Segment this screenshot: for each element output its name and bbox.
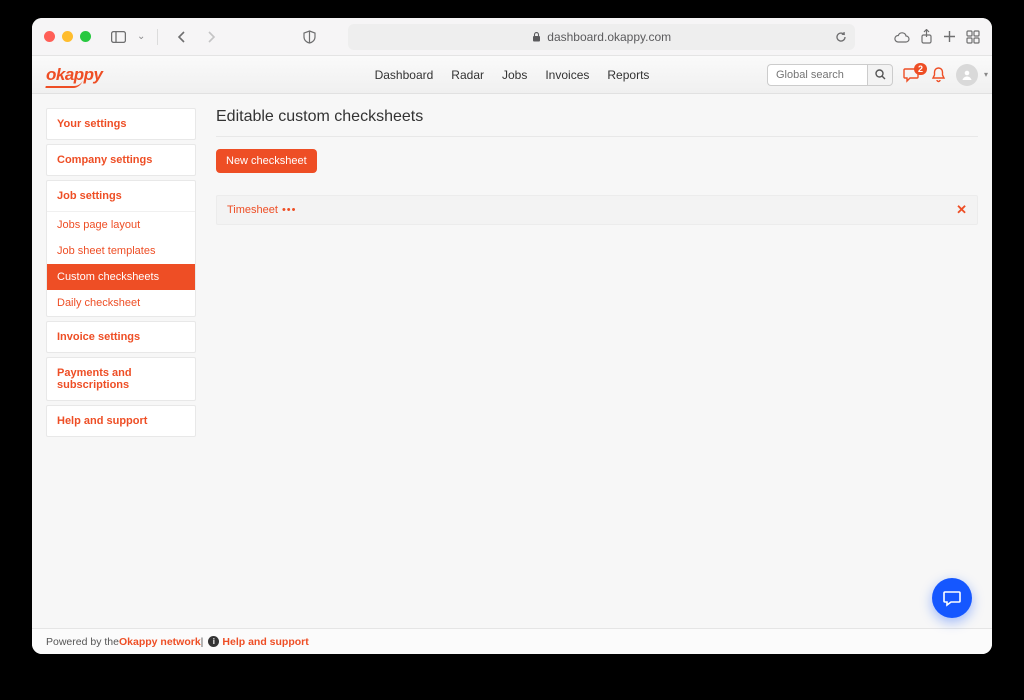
cloud-icon[interactable] [893, 31, 910, 43]
sidebar-your-settings[interactable]: Your settings [47, 109, 195, 139]
logo[interactable]: okappy [46, 65, 103, 85]
address-bar[interactable]: dashboard.okappy.com [348, 24, 855, 50]
back-button[interactable] [170, 26, 192, 48]
window-controls [44, 31, 91, 42]
chat-fab[interactable] [932, 578, 972, 618]
messages-icon[interactable]: 2 [903, 67, 921, 83]
info-icon: i [208, 636, 219, 647]
browser-window: ⌄ dashboard.okappy.com ok [32, 18, 992, 654]
sidebar-help-support[interactable]: Help and support [47, 406, 195, 436]
nav-invoices[interactable]: Invoices [545, 68, 589, 82]
shield-icon[interactable] [298, 26, 320, 48]
sidebar-daily-checksheet[interactable]: Daily checksheet [47, 290, 195, 316]
close-window-button[interactable] [44, 31, 55, 42]
new-tab-button[interactable] [943, 30, 956, 43]
tabs-overview-button[interactable] [966, 30, 980, 44]
sidebar-company-settings[interactable]: Company settings [47, 145, 195, 175]
global-search [767, 64, 893, 86]
search-input[interactable] [767, 64, 867, 86]
sidebar-job-sheet-templates[interactable]: Job sheet templates [47, 238, 195, 264]
titlebar-right [893, 29, 980, 44]
sidebar-job-settings[interactable]: Job settings [47, 181, 195, 212]
maximize-window-button[interactable] [80, 31, 91, 42]
sidebar-payments-subscriptions[interactable]: Payments and subscriptions [47, 358, 195, 400]
settings-sidebar: Your settings Company settings Job setti… [46, 108, 196, 628]
checksheet-row[interactable]: Timesheet ••• ✕ [216, 195, 978, 225]
sidebar-custom-checksheets[interactable]: Custom checksheets [47, 264, 195, 290]
lock-icon [532, 32, 541, 42]
new-checksheet-button[interactable]: New checksheet [216, 149, 317, 173]
minimize-window-button[interactable] [62, 31, 73, 42]
app-header: okappy Dashboard Radar Jobs Invoices Rep… [32, 56, 992, 94]
more-icon[interactable]: ••• [282, 204, 297, 216]
sidebar-invoice-settings[interactable]: Invoice settings [47, 322, 195, 352]
sidebar-toggle-button[interactable] [107, 26, 129, 48]
page-title: Editable custom checksheets [216, 108, 978, 137]
nav-jobs[interactable]: Jobs [502, 68, 527, 82]
top-nav: Dashboard Radar Jobs Invoices Reports [375, 68, 650, 82]
page-body: Your settings Company settings Job setti… [32, 94, 992, 628]
checksheet-list: Timesheet ••• ✕ [216, 195, 978, 225]
chevron-down-icon[interactable]: ⌄ [137, 31, 145, 42]
user-menu[interactable] [956, 64, 978, 86]
nav-radar[interactable]: Radar [451, 68, 484, 82]
reload-button[interactable] [835, 31, 847, 43]
checksheet-name: Timesheet [227, 204, 278, 216]
titlebar: ⌄ dashboard.okappy.com [32, 18, 992, 56]
footer-prefix: Powered by the [46, 636, 119, 648]
notifications-icon[interactable] [931, 67, 946, 83]
footer-sep: | [201, 636, 204, 648]
search-button[interactable] [867, 64, 893, 86]
delete-checksheet-button[interactable]: ✕ [956, 202, 967, 218]
main-content: Editable custom checksheets New checkshe… [216, 108, 978, 628]
forward-button[interactable] [200, 26, 222, 48]
url-text: dashboard.okappy.com [547, 30, 671, 44]
footer-network-link[interactable]: Okappy network [119, 636, 201, 648]
footer: Powered by the Okappy network | i Help a… [32, 628, 992, 654]
messages-badge: 2 [914, 63, 927, 75]
share-icon[interactable] [920, 29, 933, 44]
nav-reports[interactable]: Reports [607, 68, 649, 82]
separator [157, 29, 158, 45]
sidebar-jobs-page-layout[interactable]: Jobs page layout [47, 212, 195, 238]
footer-help-link[interactable]: Help and support [222, 636, 308, 648]
nav-dashboard[interactable]: Dashboard [375, 68, 434, 82]
